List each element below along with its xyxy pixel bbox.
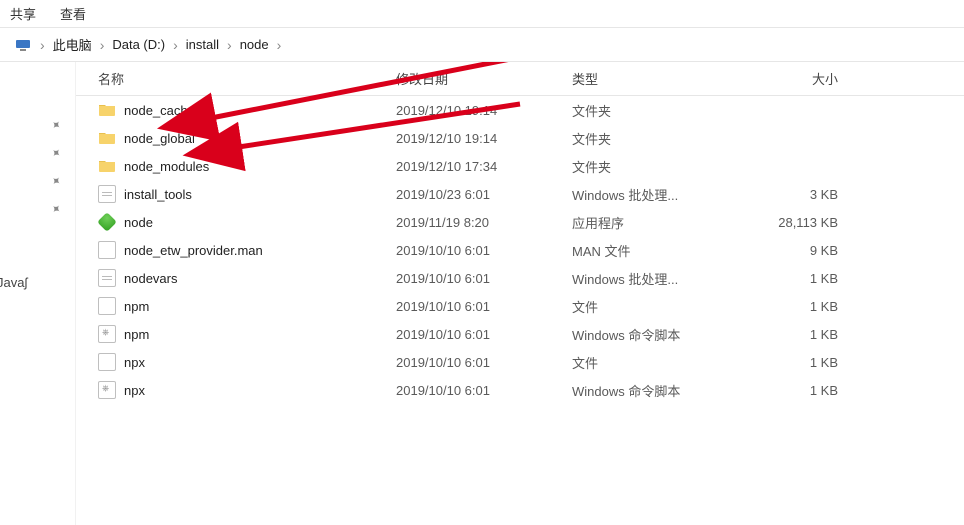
menu-view[interactable]: 查看 xyxy=(60,4,86,23)
file-list-pane: 名称 修改日期 类型 大小 node_cache 2019/12/10 19:14… xyxy=(76,62,964,525)
file-type: 文件夹 xyxy=(572,129,748,148)
col-header-date[interactable]: 修改日期 xyxy=(396,69,572,88)
file-icon xyxy=(98,241,116,259)
file-type: Windows 命令脚本 xyxy=(572,381,748,400)
file-name: node_cache xyxy=(124,103,195,118)
pin-icon: ✦ xyxy=(48,172,65,189)
batch-file-icon xyxy=(98,269,116,287)
breadcrumb[interactable]: 此电脑 Data (D:) install node xyxy=(0,28,964,62)
chevron-right-icon[interactable] xyxy=(96,37,109,53)
file-size: 9 KB xyxy=(748,243,868,258)
col-header-type[interactable]: 类型 xyxy=(572,69,748,88)
file-date: 2019/10/10 6:01 xyxy=(396,299,572,314)
table-row[interactable]: npm 2019/10/10 6:01文件1 KB xyxy=(76,292,964,320)
menu-bar: 共享 查看 xyxy=(0,0,964,28)
file-size: 1 KB xyxy=(748,299,868,314)
chevron-right-icon[interactable] xyxy=(223,37,236,53)
file-date: 2019/12/10 19:14 xyxy=(396,131,572,146)
pc-icon xyxy=(14,36,32,54)
pin-icon: ✦ xyxy=(48,200,65,217)
pin-icon: ✦ xyxy=(48,116,65,133)
file-size: 3 KB xyxy=(748,187,868,202)
file-date: 2019/10/10 6:01 xyxy=(396,243,572,258)
folder-icon xyxy=(98,157,116,175)
crumb-2[interactable]: install xyxy=(186,37,219,52)
file-type: 应用程序 xyxy=(572,213,748,232)
menu-share[interactable]: 共享 xyxy=(10,4,36,23)
batch-file-icon xyxy=(98,185,116,203)
file-date: 2019/12/10 19:14 xyxy=(396,103,572,118)
col-header-size[interactable]: 大小 xyxy=(748,69,868,88)
crumb-3[interactable]: node xyxy=(240,37,269,52)
file-date: 2019/10/10 6:01 xyxy=(396,383,572,398)
table-row[interactable]: nodevars 2019/10/10 6:01Windows 批处理...1 K… xyxy=(76,264,964,292)
table-row[interactable]: node_global 2019/12/10 19:14文件夹 xyxy=(76,124,964,152)
file-name: npx xyxy=(124,355,145,370)
file-type: MAN 文件 xyxy=(572,241,748,260)
file-icon xyxy=(98,297,116,315)
quick-access-sidebar: ✦ ✦ ✦ ✦ 甚础 第一个Javaʃ 主册 期 xyxy=(0,62,76,525)
file-type: 文件夹 xyxy=(572,101,748,120)
file-name: node_modules xyxy=(124,159,209,174)
file-size: 1 KB xyxy=(748,355,868,370)
file-size: 1 KB xyxy=(748,383,868,398)
table-row[interactable]: node_cache 2019/12/10 19:14文件夹 xyxy=(76,96,964,124)
table-row[interactable]: node 2019/11/19 8:20应用程序28,113 KB xyxy=(76,208,964,236)
file-name: npm xyxy=(124,299,149,314)
cmd-script-icon xyxy=(98,325,116,343)
crumb-0[interactable]: 此电脑 xyxy=(53,35,92,54)
file-type: 文件夹 xyxy=(572,157,748,176)
file-date: 2019/10/10 6:01 xyxy=(396,327,572,342)
file-type: Windows 批处理... xyxy=(572,185,748,204)
file-name: install_tools xyxy=(124,187,192,202)
folder-icon xyxy=(98,129,116,147)
pin-icon: ✦ xyxy=(48,144,65,161)
sidebar-item-label[interactable]: 第一个Javaʃ xyxy=(0,272,27,291)
file-size: 1 KB xyxy=(748,327,868,342)
file-type: Windows 命令脚本 xyxy=(572,325,748,344)
file-type: Windows 批处理... xyxy=(572,269,748,288)
cmd-script-icon xyxy=(98,381,116,399)
table-row[interactable]: npm 2019/10/10 6:01Windows 命令脚本1 KB xyxy=(76,320,964,348)
table-row[interactable]: node_etw_provider.man 2019/10/10 6:01MAN … xyxy=(76,236,964,264)
folder-icon xyxy=(98,101,116,119)
file-size: 1 KB xyxy=(748,271,868,286)
file-name: npm xyxy=(124,327,149,342)
col-header-name[interactable]: 名称 xyxy=(76,69,396,88)
crumb-1[interactable]: Data (D:) xyxy=(112,37,165,52)
column-headers: 名称 修改日期 类型 大小 xyxy=(76,62,964,96)
file-name: nodevars xyxy=(124,271,177,286)
table-row[interactable]: npx 2019/10/10 6:01Windows 命令脚本1 KB xyxy=(76,376,964,404)
file-date: 2019/10/23 6:01 xyxy=(396,187,572,202)
chevron-right-icon[interactable] xyxy=(273,37,286,53)
table-row[interactable]: node_modules 2019/12/10 17:34文件夹 xyxy=(76,152,964,180)
table-row[interactable]: npx 2019/10/10 6:01文件1 KB xyxy=(76,348,964,376)
application-icon xyxy=(98,213,116,231)
file-name: node_etw_provider.man xyxy=(124,243,263,258)
file-date: 2019/11/19 8:20 xyxy=(396,215,572,230)
file-size: 28,113 KB xyxy=(748,215,868,230)
file-date: 2019/10/10 6:01 xyxy=(396,271,572,286)
chevron-right-icon[interactable] xyxy=(36,37,49,53)
file-name: node_global xyxy=(124,131,195,146)
file-name: npx xyxy=(124,383,145,398)
table-row[interactable]: install_tools 2019/10/23 6:01Windows 批处理.… xyxy=(76,180,964,208)
file-date: 2019/10/10 6:01 xyxy=(396,355,572,370)
file-name: node xyxy=(124,215,153,230)
file-icon xyxy=(98,353,116,371)
file-type: 文件 xyxy=(572,297,748,316)
chevron-right-icon[interactable] xyxy=(169,37,182,53)
file-date: 2019/12/10 17:34 xyxy=(396,159,572,174)
file-type: 文件 xyxy=(572,353,748,372)
